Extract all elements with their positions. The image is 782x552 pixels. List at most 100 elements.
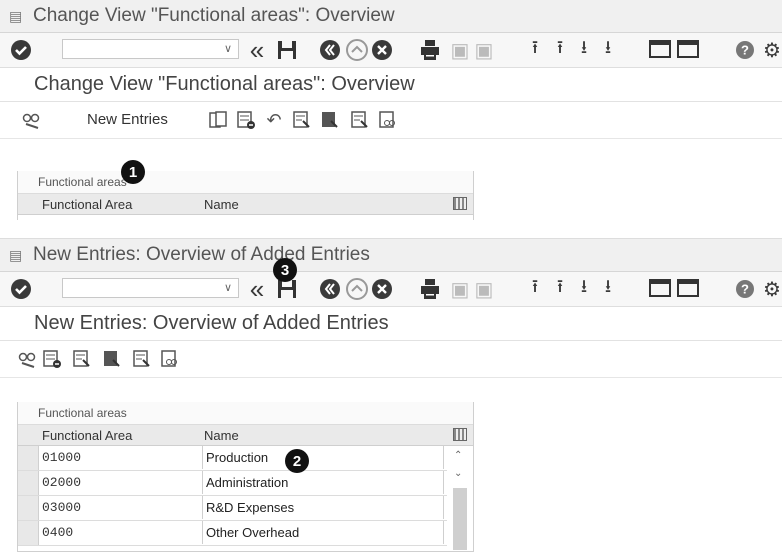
functional-area-cell[interactable]: 03000	[42, 500, 81, 515]
back-icon[interactable]	[318, 277, 342, 301]
back-double-icon[interactable]: «	[245, 35, 269, 65]
new-session-icon[interactable]	[648, 277, 672, 301]
back-icon[interactable]	[318, 38, 342, 62]
help-icon[interactable]: ?	[733, 38, 757, 62]
new-entries-window: ▤ New Entries: Overview of Added Entries…	[0, 238, 782, 552]
print-icon[interactable]	[418, 277, 442, 301]
name-cell[interactable]: Other Overhead	[202, 521, 444, 544]
table-settings-icon[interactable]	[453, 428, 467, 441]
page-title: Change View "Functional areas": Overview	[34, 73, 415, 95]
row-selector[interactable]	[18, 471, 39, 495]
exit-icon[interactable]	[345, 277, 369, 301]
exit-icon[interactable]	[345, 38, 369, 62]
cancel-icon[interactable]	[370, 38, 394, 62]
callout-badge-2: 2	[285, 449, 309, 473]
column-header-name[interactable]: Name	[204, 428, 239, 443]
table-row[interactable]: 01000 Production	[18, 446, 473, 471]
change-view-window: ▤ Change View "Functional areas": Overvi…	[0, 0, 782, 221]
application-toolbar: New Entries ↶	[0, 102, 782, 139]
functional-areas-table: Functional areas Functional Area Name 01…	[17, 402, 474, 552]
column-header-functional-area[interactable]: Functional Area	[42, 197, 132, 212]
settings-icon[interactable]: ⚙	[760, 277, 782, 301]
find-icon[interactable]: ▣	[448, 277, 472, 301]
column-header-functional-area[interactable]: Functional Area	[42, 428, 132, 443]
scrollbar-thumb[interactable]	[453, 488, 467, 550]
display-change-icon[interactable]	[22, 110, 42, 130]
table-header: Functional Area Name	[18, 194, 473, 215]
deselect-all-icon[interactable]	[132, 349, 152, 369]
next-page-icon[interactable]: ⭳	[572, 276, 596, 301]
scroll-down-icon[interactable]: ⌄	[454, 468, 462, 479]
table-row[interactable]: 0400 Other Overhead	[18, 521, 473, 546]
select-all-icon[interactable]	[292, 110, 312, 130]
new-session-icon[interactable]	[648, 38, 672, 62]
cancel-icon[interactable]	[370, 277, 394, 301]
display-change-icon[interactable]	[18, 349, 38, 369]
table-row[interactable]: 03000 R&D Expenses	[18, 496, 473, 521]
functional-area-cell[interactable]: 01000	[42, 450, 81, 465]
shortcut-icon[interactable]	[676, 277, 700, 301]
delete-icon[interactable]	[236, 110, 256, 130]
table-body: 01000 Production 02000 Administration 03…	[18, 446, 473, 550]
functional-area-cell[interactable]: 02000	[42, 475, 81, 490]
table-settings-icon[interactable]	[453, 197, 467, 210]
command-field[interactable]: ∨	[62, 278, 239, 298]
divider	[0, 220, 782, 225]
callout-badge-1: 1	[121, 160, 145, 184]
save-icon[interactable]	[275, 38, 299, 62]
shortcut-icon[interactable]	[676, 38, 700, 62]
check-icon[interactable]	[9, 277, 33, 301]
print-view-icon[interactable]	[378, 110, 398, 130]
window-titlebar: ▤ Change View "Functional areas": Overvi…	[0, 0, 782, 33]
standard-toolbar: ∨ « ▣ ▣ ⭱ ⭱ ⭳ ⭳ ? ⚙	[0, 272, 782, 307]
help-icon[interactable]: ?	[733, 277, 757, 301]
command-field[interactable]: ∨	[62, 39, 239, 59]
check-icon[interactable]	[9, 38, 33, 62]
vertical-scrollbar[interactable]: ⌃ ⌄	[447, 446, 473, 550]
table-title: Functional areas	[18, 171, 473, 194]
window-menu-icon[interactable]: ▤	[9, 9, 25, 23]
next-page-icon[interactable]: ⭳	[572, 37, 596, 62]
last-page-icon[interactable]: ⭳	[596, 37, 620, 62]
find-icon[interactable]: ▣	[448, 38, 472, 62]
table-header: Functional Area Name	[18, 425, 473, 446]
back-double-icon[interactable]: «	[245, 274, 269, 304]
prev-page-icon[interactable]: ⭱	[548, 276, 572, 301]
select-all-icon[interactable]	[72, 349, 92, 369]
print-view-icon[interactable]	[160, 349, 180, 369]
find-next-icon[interactable]: ▣	[472, 277, 496, 301]
deselect-all-icon[interactable]	[350, 110, 370, 130]
window-title: Change View "Functional areas": Overview	[33, 5, 395, 26]
functional-area-cell[interactable]: 0400	[42, 525, 73, 540]
find-next-icon[interactable]: ▣	[472, 38, 496, 62]
copy-as-icon[interactable]	[208, 110, 228, 130]
chevron-down-icon[interactable]: ∨	[224, 281, 232, 294]
row-selector[interactable]	[18, 446, 39, 470]
first-page-icon[interactable]: ⭱	[523, 37, 547, 62]
name-cell[interactable]: R&D Expenses	[202, 496, 444, 519]
name-cell[interactable]: Administration	[202, 471, 444, 494]
table-row[interactable]: 02000 Administration	[18, 471, 473, 496]
name-cell[interactable]: Production	[202, 446, 444, 469]
column-header-name[interactable]: Name	[204, 197, 239, 212]
print-icon[interactable]	[418, 38, 442, 62]
functional-areas-table: Functional areas Functional Area Name	[17, 171, 474, 221]
window-menu-icon[interactable]: ▤	[9, 248, 25, 262]
svg-text:?: ?	[741, 43, 749, 58]
select-block-icon[interactable]	[102, 349, 122, 369]
settings-icon[interactable]: ⚙	[760, 38, 782, 62]
page-title-bar: Change View "Functional areas": Overview	[0, 68, 782, 102]
delete-icon[interactable]	[42, 349, 62, 369]
first-page-icon[interactable]: ⭱	[523, 276, 547, 301]
window-title: New Entries: Overview of Added Entries	[33, 244, 370, 265]
prev-page-icon[interactable]: ⭱	[548, 37, 572, 62]
page-title: New Entries: Overview of Added Entries	[34, 312, 389, 334]
chevron-down-icon[interactable]: ∨	[224, 42, 232, 55]
select-block-icon[interactable]	[320, 110, 340, 130]
undo-icon[interactable]: ↶	[264, 110, 284, 130]
last-page-icon[interactable]: ⭳	[596, 276, 620, 301]
row-selector[interactable]	[18, 521, 39, 545]
new-entries-button[interactable]: New Entries	[87, 111, 168, 128]
scroll-up-icon[interactable]: ⌃	[454, 450, 462, 461]
row-selector[interactable]	[18, 496, 39, 520]
